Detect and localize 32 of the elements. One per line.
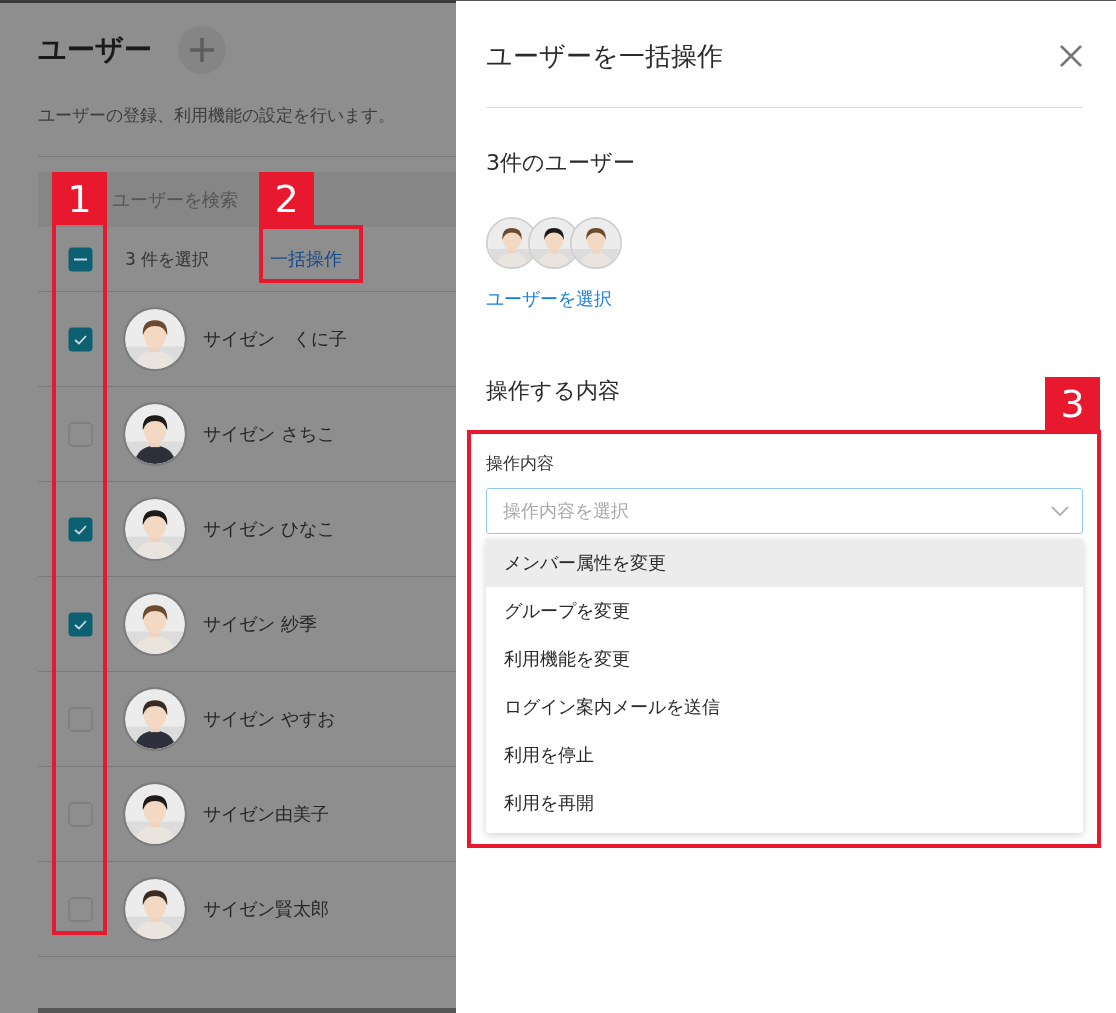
user-name: サイゼン さちこ (203, 422, 335, 446)
section-heading: 操作する内容 (486, 377, 620, 405)
dropdown-option[interactable]: メンバー属性を変更 (486, 539, 1083, 587)
user-name: サイゼン やすお (203, 707, 335, 731)
dropdown-option[interactable]: ログイン案内メールを送信 (486, 683, 1083, 731)
annotation-number: 3 (1045, 377, 1100, 430)
checkbox[interactable] (68, 516, 93, 542)
select-users-link[interactable]: ユーザーを選択 (486, 287, 612, 311)
close-button[interactable] (1059, 44, 1083, 68)
chevron-down-icon (1050, 505, 1070, 517)
annotation-number: 2 (259, 172, 314, 225)
close-icon (1059, 44, 1083, 68)
dropdown-option[interactable]: 利用を再開 (486, 779, 1083, 827)
user-name: サイゼン 紗季 (203, 612, 317, 636)
panel-title: ユーザーを一括操作 (486, 40, 723, 73)
dropdown-option[interactable]: グループを変更 (486, 587, 1083, 635)
dropdown-option[interactable]: 利用を停止 (486, 731, 1083, 779)
dropdown-option[interactable]: 利用機能を変更 (486, 635, 1083, 683)
page-title: ユーザー (38, 33, 152, 67)
field-label: 操作内容 (486, 452, 555, 475)
selected-count: 3 件を選択 (125, 247, 211, 271)
users-heading: 3件のユーザー (486, 149, 636, 177)
checkbox[interactable] (68, 326, 93, 352)
user-name: サイゼン由美子 (203, 802, 329, 826)
plus-icon (189, 37, 215, 63)
add-user-button[interactable] (178, 26, 226, 74)
user-name: サイゼン賢太郎 (203, 897, 329, 921)
user-name: サイゼン くに子 (203, 327, 347, 351)
checkbox[interactable] (68, 611, 93, 637)
user-name: サイゼン ひなこ (203, 517, 335, 541)
page-description: ユーザーの登録、利用機能の設定を行います。 (38, 104, 396, 126)
checkbox[interactable] (68, 246, 93, 272)
